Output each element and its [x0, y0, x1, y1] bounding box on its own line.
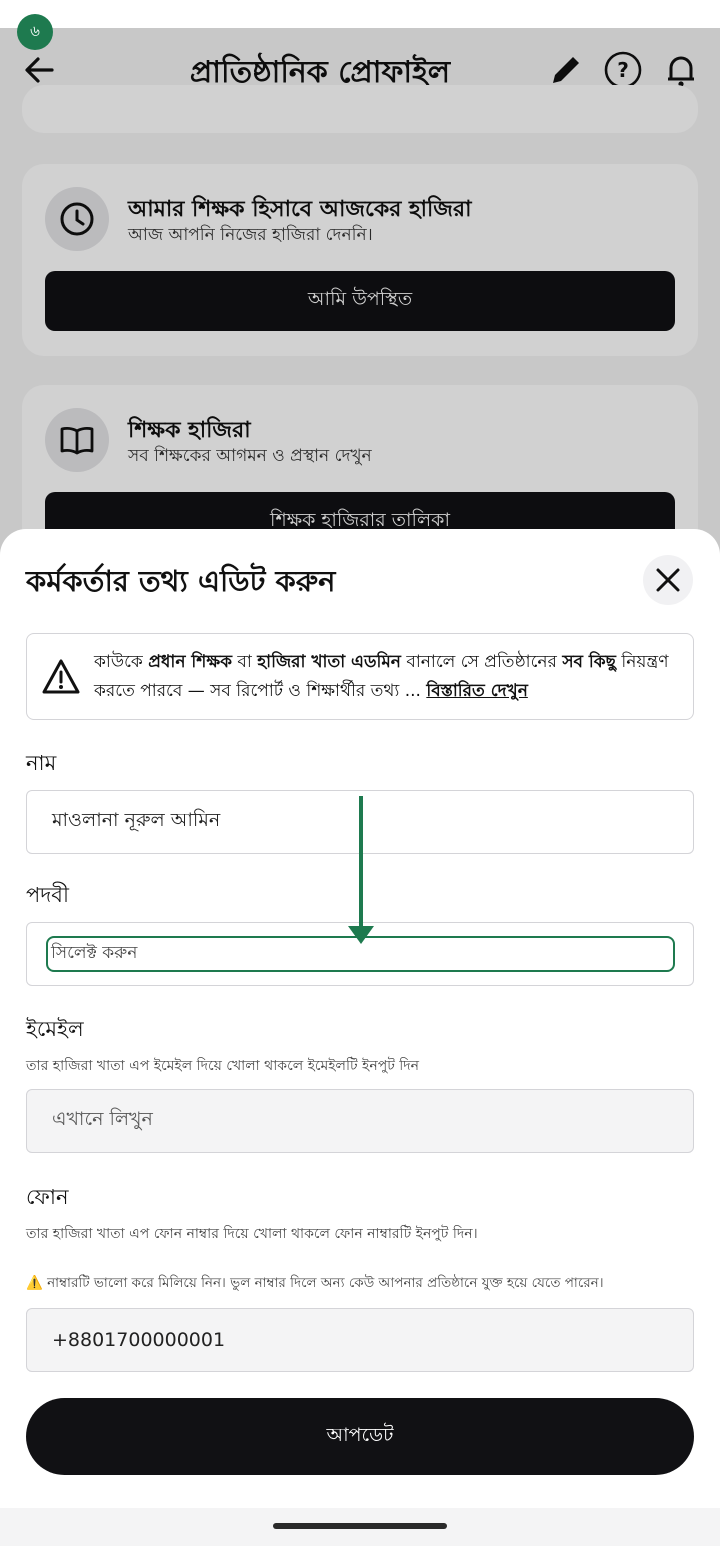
email-input[interactable]: এখানে লিখুন [26, 1089, 694, 1153]
phone-warning: ⚠️ নাম্বারটি ভালো করে মিলিয়ে নিন। ভুল ন… [26, 1275, 604, 1291]
close-button[interactable] [643, 555, 693, 605]
phone-hint: তার হাজিরা খাতা এপ ফোন নাম্বার দিয়ে খোল… [26, 1226, 478, 1242]
annotation-arrow-icon [348, 796, 374, 944]
home-handle[interactable] [273, 1523, 447, 1529]
email-label: ইমেইল [26, 1017, 84, 1041]
email-hint: তার হাজিরা খাতা এপ ইমেইল দিয়ে খোলা থাকল… [26, 1058, 419, 1074]
warning-triangle-icon [42, 659, 80, 694]
warning-bold-admin: হাজিরা খাতা এডমিন [257, 652, 401, 672]
phone-input[interactable]: +8801700000001 [26, 1308, 694, 1372]
notification-badge: ৬ [17, 14, 53, 50]
edit-staff-sheet: কর্মকর্তার তথ্য এডিট করুন কাউকে প্রধান শ… [0, 529, 720, 1508]
update-button[interactable]: আপডেট [26, 1398, 694, 1475]
details-link[interactable]: বিস্তারিত দেখুন [426, 681, 528, 701]
warning-bold-everything: সব কিছু [562, 652, 616, 672]
admin-warning-box: কাউকে প্রধান শিক্ষক বা হাজিরা খাতা এডমিন… [26, 633, 694, 720]
warning-text-part: কাউকে [94, 652, 149, 672]
warning-bold-headteacher: প্রধান শিক্ষক [148, 652, 233, 672]
designation-label: পদবী [26, 883, 69, 907]
navigation-bar [0, 1508, 720, 1546]
sheet-title: কর্মকর্তার তথ্য এডিট করুন [26, 564, 336, 598]
status-bar [0, 0, 720, 28]
phone-label: ফোন [26, 1185, 69, 1209]
warning-text-part: বানালে সে প্রতিষ্ঠানের [400, 652, 563, 672]
warning-text-part: বা [232, 652, 258, 672]
warning-text: কাউকে প্রধান শিক্ষক বা হাজিরা খাতা এডমিন… [94, 648, 679, 706]
close-icon [656, 568, 680, 592]
name-label: নাম [26, 751, 57, 775]
